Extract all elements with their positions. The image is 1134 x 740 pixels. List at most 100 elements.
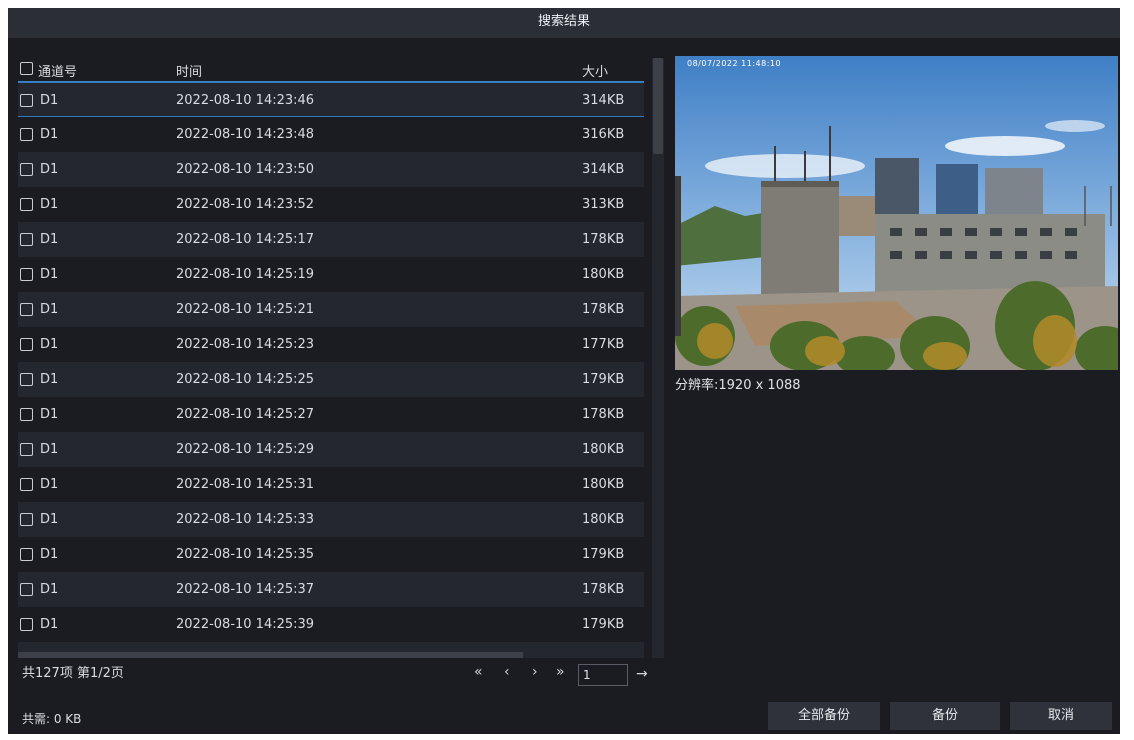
time-cell: 2022-08-10 14:25:25 bbox=[176, 372, 315, 387]
resolution-label: 分辨率:1920 x 1088 bbox=[675, 378, 801, 393]
channel-cell: D1 bbox=[40, 617, 59, 632]
size-cell: 178KB bbox=[582, 302, 625, 317]
row-checkbox[interactable] bbox=[20, 233, 33, 246]
row-checkbox[interactable] bbox=[20, 478, 33, 491]
time-cell: 2022-08-10 14:25:23 bbox=[176, 337, 315, 352]
time-cell: 2022-08-10 14:23:52 bbox=[176, 197, 315, 212]
first-page-button[interactable]: « bbox=[474, 664, 483, 680]
table-row[interactable]: D1 2022-08-10 14:23:50 314KB bbox=[18, 152, 644, 187]
size-cell: 178KB bbox=[582, 582, 625, 597]
channel-cell: D1 bbox=[40, 477, 59, 492]
row-checkbox[interactable] bbox=[20, 163, 33, 176]
channel-cell: D1 bbox=[40, 267, 59, 282]
header-time[interactable]: 时间 bbox=[176, 61, 202, 80]
table-row[interactable]: D1 2022-08-10 14:25:17 178KB bbox=[18, 222, 644, 257]
row-checkbox[interactable] bbox=[20, 338, 33, 351]
channel-cell: D1 bbox=[40, 582, 59, 597]
page-number-input[interactable]: 1 bbox=[578, 664, 628, 686]
time-cell: 2022-08-10 14:25:35 bbox=[176, 547, 315, 562]
row-checkbox[interactable] bbox=[20, 303, 33, 316]
size-cell: 313KB bbox=[582, 197, 625, 212]
prev-page-button[interactable]: ‹ bbox=[504, 664, 510, 680]
row-checkbox[interactable] bbox=[20, 618, 33, 631]
table-row[interactable]: D1 2022-08-10 14:25:33 180KB bbox=[18, 502, 644, 537]
channel-cell: D1 bbox=[40, 512, 59, 527]
channel-cell: D1 bbox=[40, 302, 59, 317]
vertical-scrollbar[interactable] bbox=[652, 58, 664, 658]
page-summary: 共127项 第1/2页 bbox=[22, 666, 124, 681]
table-row[interactable]: D1 2022-08-10 14:25:23 177KB bbox=[18, 327, 644, 362]
channel-cell: D1 bbox=[40, 442, 59, 457]
time-cell: 2022-08-10 14:23:46 bbox=[176, 93, 315, 108]
channel-cell: D1 bbox=[40, 93, 59, 108]
time-cell: 2022-08-10 14:25:37 bbox=[176, 582, 315, 597]
horizontal-scrollbar-thumb[interactable] bbox=[18, 652, 523, 658]
size-cell: 178KB bbox=[582, 407, 625, 422]
row-checkbox[interactable] bbox=[20, 198, 33, 211]
row-checkbox[interactable] bbox=[20, 373, 33, 386]
cancel-button[interactable]: 取消 bbox=[1010, 702, 1112, 730]
table-row[interactable]: D1 2022-08-10 14:25:31 180KB bbox=[18, 467, 644, 502]
time-cell: 2022-08-10 14:23:48 bbox=[176, 127, 315, 142]
backup-all-button[interactable]: 全部备份 bbox=[768, 702, 880, 730]
time-cell: 2022-08-10 14:25:27 bbox=[176, 407, 315, 422]
channel-cell: D1 bbox=[40, 337, 59, 352]
row-checkbox[interactable] bbox=[20, 548, 33, 561]
table-row[interactable]: D1 2022-08-10 14:23:48 316KB bbox=[18, 117, 644, 152]
next-page-button[interactable]: › bbox=[532, 664, 538, 680]
time-cell: 2022-08-10 14:25:21 bbox=[176, 302, 315, 317]
header-channel[interactable]: 通道号 bbox=[38, 61, 77, 80]
size-cell: 180KB bbox=[582, 442, 625, 457]
channel-cell: D1 bbox=[40, 407, 59, 422]
time-cell: 2022-08-10 14:25:29 bbox=[176, 442, 315, 457]
time-cell: 2022-08-10 14:23:50 bbox=[176, 162, 315, 177]
go-page-button[interactable]: → bbox=[636, 666, 648, 682]
channel-cell: D1 bbox=[40, 127, 59, 142]
size-cell: 314KB bbox=[582, 162, 625, 177]
last-page-button[interactable]: » bbox=[556, 664, 565, 680]
table-row[interactable]: D1 2022-08-10 14:25:37 178KB bbox=[18, 572, 644, 607]
channel-cell: D1 bbox=[40, 547, 59, 562]
dialog-title: 搜索结果 bbox=[8, 8, 1120, 38]
table-row[interactable]: D1 2022-08-10 14:25:19 180KB bbox=[18, 257, 644, 292]
time-cell: 2022-08-10 14:25:19 bbox=[176, 267, 315, 282]
table-row[interactable]: D1 2022-08-10 14:25:27 178KB bbox=[18, 397, 644, 432]
table-row[interactable]: D1 2022-08-10 14:25:39 179KB bbox=[18, 607, 644, 642]
row-checkbox[interactable] bbox=[20, 513, 33, 526]
channel-cell: D1 bbox=[40, 372, 59, 387]
row-checkbox[interactable] bbox=[20, 583, 33, 596]
row-checkbox[interactable] bbox=[20, 94, 33, 107]
time-cell: 2022-08-10 14:25:17 bbox=[176, 232, 315, 247]
preview-timestamp: 08/07/2022 11:48:10 bbox=[687, 59, 782, 68]
table-row[interactable]: D1 2022-08-10 14:23:46 314KB bbox=[18, 82, 644, 117]
size-cell: 177KB bbox=[582, 337, 625, 352]
select-all-checkbox[interactable] bbox=[20, 62, 33, 75]
time-cell: 2022-08-10 14:25:33 bbox=[176, 512, 315, 527]
row-checkbox[interactable] bbox=[20, 128, 33, 141]
search-results-dialog: 搜索结果 通道号 时间 大小 D1 2022-08-10 14:23:46 314K… bbox=[8, 8, 1120, 734]
table-row[interactable]: D1 2022-08-10 14:25:21 178KB bbox=[18, 292, 644, 327]
header-size[interactable]: 大小 bbox=[582, 61, 608, 80]
vertical-scrollbar-thumb[interactable] bbox=[653, 58, 663, 154]
size-cell: 180KB bbox=[582, 477, 625, 492]
preview-image bbox=[675, 56, 1118, 370]
table-row[interactable]: D1 2022-08-10 14:25:35 179KB bbox=[18, 537, 644, 572]
row-checkbox[interactable] bbox=[20, 268, 33, 281]
table-row[interactable]: D1 2022-08-10 14:25:29 180KB bbox=[18, 432, 644, 467]
size-cell: 314KB bbox=[582, 93, 625, 108]
row-checkbox[interactable] bbox=[20, 408, 33, 421]
size-cell: 179KB bbox=[582, 547, 625, 562]
total-size: 共需: 0 KB bbox=[22, 712, 82, 726]
channel-cell: D1 bbox=[40, 232, 59, 247]
horizontal-scrollbar[interactable] bbox=[18, 652, 644, 658]
row-checkbox[interactable] bbox=[20, 443, 33, 456]
size-cell: 178KB bbox=[582, 232, 625, 247]
size-cell: 316KB bbox=[582, 127, 625, 142]
table-row[interactable]: D1 2022-08-10 14:25:25 179KB bbox=[18, 362, 644, 397]
results-table: 通道号 时间 大小 D1 2022-08-10 14:23:46 314KB D1 20… bbox=[18, 58, 664, 658]
snapshot-preview: 08/07/2022 11:48:10 bbox=[675, 56, 1118, 370]
table-row[interactable]: D1 2022-08-10 14:23:52 313KB bbox=[18, 187, 644, 222]
backup-button[interactable]: 备份 bbox=[890, 702, 1000, 730]
time-cell: 2022-08-10 14:25:39 bbox=[176, 617, 315, 632]
channel-cell: D1 bbox=[40, 197, 59, 212]
